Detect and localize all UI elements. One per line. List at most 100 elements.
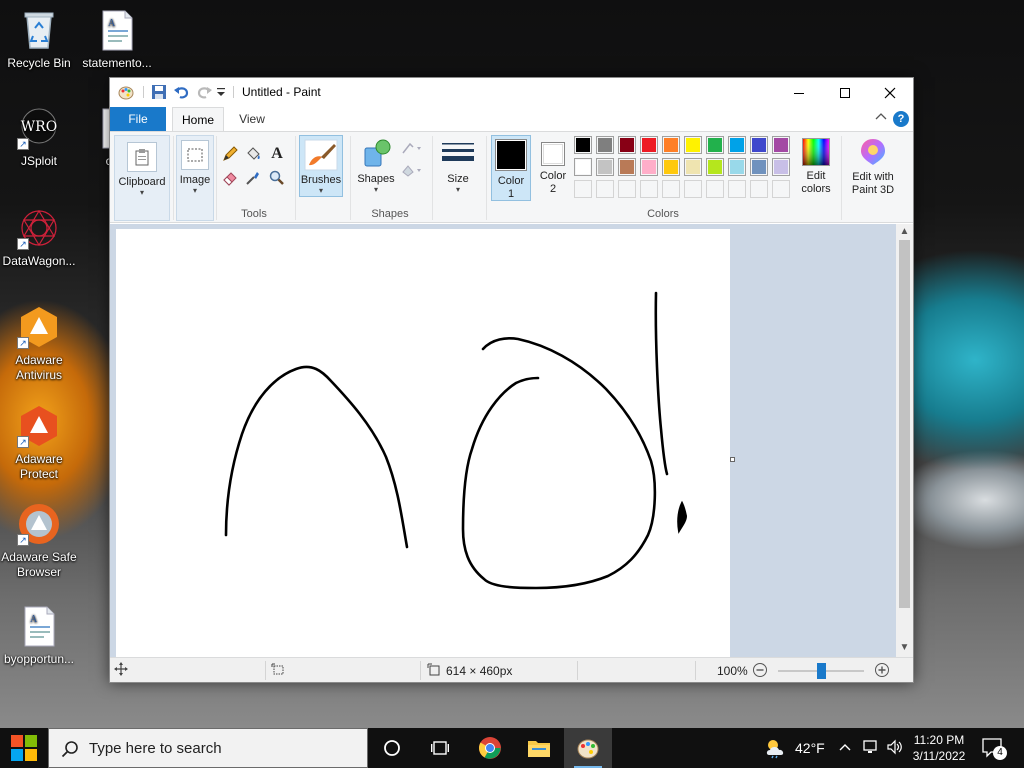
brushes-button[interactable]: Brushes ▾: [299, 135, 343, 197]
palette-swatch[interactable]: [728, 158, 746, 176]
palette-swatch[interactable]: [596, 180, 614, 198]
palette-swatch[interactable]: [684, 158, 702, 176]
scrollbar-thumb[interactable]: [899, 240, 910, 608]
taskbar-file-explorer[interactable]: [515, 728, 563, 768]
palette-swatch[interactable]: [640, 158, 658, 176]
notifications-button[interactable]: 4: [982, 738, 1007, 760]
palette-swatch[interactable]: [750, 180, 768, 198]
desktop-icon-byopportun[interactable]: A byopportun...: [0, 604, 78, 667]
palette-swatch-color: [576, 138, 590, 152]
text-tool-icon[interactable]: A: [267, 144, 287, 164]
color1-button[interactable]: Color 1: [491, 135, 531, 201]
palette-swatch[interactable]: [618, 136, 636, 154]
desktop-icon-recycle-bin[interactable]: Recycle Bin: [0, 8, 78, 71]
palette-swatch[interactable]: [574, 180, 592, 198]
pencil-icon[interactable]: [220, 144, 240, 164]
palette-swatch[interactable]: [772, 158, 790, 176]
start-button[interactable]: [0, 728, 48, 768]
edit-colors-button[interactable]: Edit colors: [796, 135, 836, 201]
tab-home[interactable]: Home: [172, 107, 224, 131]
edit-with-paint3d-button[interactable]: Edit with Paint 3D: [845, 135, 901, 201]
palette-swatch[interactable]: [618, 180, 636, 198]
palette-swatch[interactable]: [772, 136, 790, 154]
zoom-out-button[interactable]: [752, 662, 768, 681]
paint3d-icon: [858, 137, 888, 167]
maximize-button[interactable]: [822, 78, 868, 107]
weather-temp[interactable]: 42°F: [795, 740, 825, 756]
palette-swatch[interactable]: [640, 136, 658, 154]
fill-bucket-icon[interactable]: [243, 144, 263, 164]
size-button[interactable]: Size ▾: [436, 135, 480, 197]
vertical-scrollbar[interactable]: ▲ ▼: [896, 224, 913, 657]
zoom-slider-thumb[interactable]: [817, 663, 826, 679]
canvas-size-icon: [427, 663, 441, 680]
taskbar-paint[interactable]: [564, 728, 612, 768]
eraser-icon[interactable]: [220, 168, 240, 188]
task-view-button[interactable]: [416, 728, 464, 768]
desktop-icon-adaware-protect[interactable]: ↗ Adaware Protect: [0, 404, 78, 482]
tab-view[interactable]: View: [230, 107, 274, 131]
palette-swatch[interactable]: [684, 136, 702, 154]
palette-swatch[interactable]: [574, 136, 592, 154]
palette-swatch[interactable]: [596, 136, 614, 154]
clipboard-button[interactable]: Clipboard ▾: [114, 135, 170, 221]
clock[interactable]: 11:20 PM 3/11/2022: [908, 732, 970, 764]
zoom-in-button[interactable]: [874, 662, 890, 681]
tools-group-label: Tools: [241, 208, 267, 220]
palette-swatch[interactable]: [706, 136, 724, 154]
close-button[interactable]: [867, 78, 913, 107]
paint-window: Untitled - Paint File Home View ? Clipbo…: [109, 77, 914, 683]
palette-swatch[interactable]: [728, 180, 746, 198]
desktop-icon-statemento[interactable]: A statemento...: [78, 8, 156, 71]
palette-swatch-color: [598, 182, 612, 196]
taskbar-search-box[interactable]: Type here to search: [48, 728, 368, 768]
palette-swatch[interactable]: [640, 180, 658, 198]
drawing-canvas[interactable]: [116, 229, 730, 657]
network-icon[interactable]: [862, 739, 880, 758]
palette-swatch[interactable]: [706, 180, 724, 198]
scroll-down-icon[interactable]: ▼: [896, 641, 913, 655]
palette-swatch[interactable]: [772, 180, 790, 198]
desktop-icon-datawagon[interactable]: ↗ DataWagon...: [0, 206, 78, 269]
desktop-icon-adaware-antivirus[interactable]: ↗ Adaware Antivirus: [0, 305, 78, 383]
magnifier-icon[interactable]: [267, 168, 287, 188]
cortana-button[interactable]: [368, 728, 416, 768]
show-hidden-icons-icon[interactable]: [838, 741, 852, 756]
weather-icon[interactable]: [764, 737, 788, 762]
color-picker-icon[interactable]: [243, 168, 263, 188]
palette-swatch[interactable]: [662, 158, 680, 176]
shapes-button[interactable]: Shapes ▾: [354, 135, 398, 197]
palette-swatch[interactable]: [618, 158, 636, 176]
fill-icon[interactable]: [400, 160, 426, 180]
palette-swatch[interactable]: [750, 136, 768, 154]
image-button[interactable]: Image ▾: [176, 135, 214, 221]
paint-app-icon[interactable]: [118, 84, 134, 100]
edit-colors-label-1: Edit: [806, 170, 826, 182]
palette-swatch[interactable]: [684, 180, 702, 198]
collapse-ribbon-icon[interactable]: [875, 111, 887, 125]
volume-icon[interactable]: [886, 739, 904, 758]
color2-button[interactable]: Color 2: [534, 135, 572, 201]
undo-icon[interactable]: [174, 84, 190, 100]
palette-swatch[interactable]: [596, 158, 614, 176]
scroll-up-icon[interactable]: ▲: [896, 225, 913, 239]
palette-swatch[interactable]: [662, 136, 680, 154]
title-bar[interactable]: Untitled - Paint: [110, 78, 913, 107]
taskbar-chrome[interactable]: [466, 728, 514, 768]
palette-swatch[interactable]: [750, 158, 768, 176]
minimize-button[interactable]: [776, 78, 822, 107]
desktop-icon-adaware-safe-browser[interactable]: ↗ Adaware Safe Browser: [0, 502, 78, 580]
redo-icon[interactable]: [196, 84, 212, 100]
palette-swatch[interactable]: [574, 158, 592, 176]
canvas-resize-handle[interactable]: [730, 457, 735, 462]
outline-icon[interactable]: [400, 138, 426, 158]
palette-swatch[interactable]: [662, 180, 680, 198]
help-button[interactable]: ?: [893, 111, 909, 127]
tab-file[interactable]: File: [110, 107, 166, 131]
customize-quick-access-icon[interactable]: [216, 86, 232, 102]
save-icon[interactable]: [151, 84, 167, 100]
desktop-icon-jsploit[interactable]: WRO ↗ JSploit: [0, 106, 78, 169]
paint-icon: [577, 739, 599, 759]
palette-swatch[interactable]: [728, 136, 746, 154]
palette-swatch[interactable]: [706, 158, 724, 176]
